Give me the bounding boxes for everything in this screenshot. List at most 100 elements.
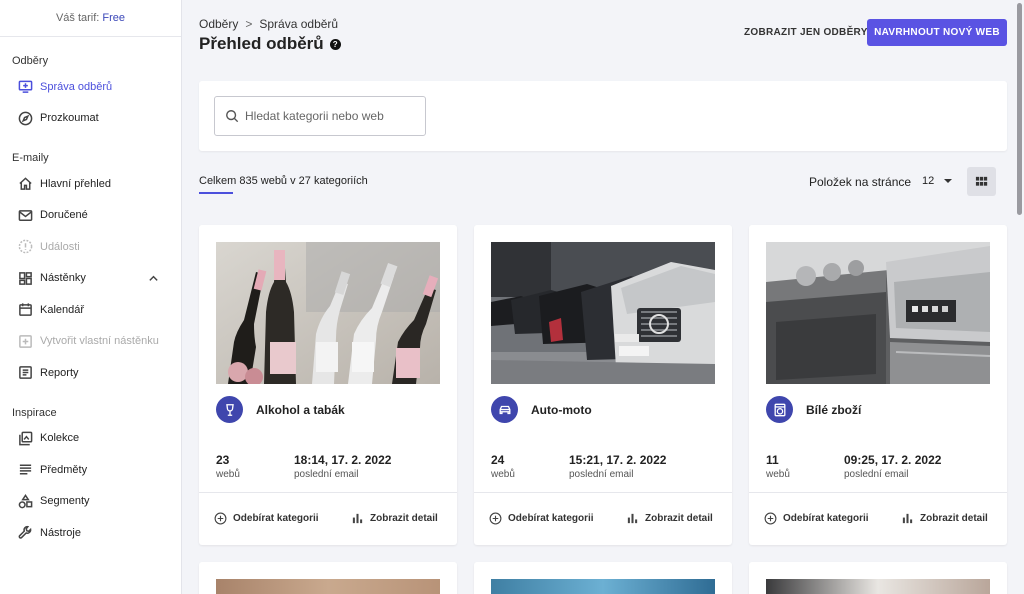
sidebar-item-reporty[interactable]: Reporty <box>0 357 181 389</box>
sidebar-item-sprava-odberu[interactable]: Správa odběrů <box>0 71 181 103</box>
search-input[interactable] <box>245 109 415 123</box>
last-email-label: poslední email <box>844 469 909 480</box>
chevron-up-icon[interactable] <box>148 273 159 287</box>
show-only-subscriptions-button[interactable]: ZOBRAZIT JEN ODBĚRY <box>744 27 868 38</box>
category-name[interactable]: Alkohol a tabák <box>256 403 345 417</box>
sidebar-item-segmenty[interactable]: Segmenty <box>0 486 181 518</box>
subscribe-label: Odebírat kategorii <box>508 513 594 524</box>
sidebar-item-hlavni-prehled[interactable]: Hlavní přehled <box>0 168 181 200</box>
web-count-label: webů <box>216 469 240 480</box>
add-box-icon <box>18 334 33 349</box>
plan-indicator: Váš tarif: Free <box>0 0 181 37</box>
sidebar-item-label: Hlavní přehled <box>40 177 111 190</box>
plan-label: Váš tarif: <box>55 12 100 24</box>
web-count: 24 <box>491 453 505 467</box>
sidebar-item-label: Předměty <box>40 463 88 476</box>
add-screen-icon <box>18 79 33 94</box>
category-name[interactable]: Bílé zboží <box>806 403 861 417</box>
grid-view-button[interactable] <box>967 167 996 196</box>
grid-icon <box>975 176 988 186</box>
help-icon[interactable]: ? <box>329 38 341 50</box>
category-card-partial[interactable] <box>749 562 1007 594</box>
breadcrumb-link-odbery[interactable]: Odběry <box>199 17 238 31</box>
web-count-label: webů <box>766 469 790 480</box>
main-content: Odběry > Správa odběrů Přehled odběrů ? ZO… <box>183 0 1015 594</box>
category-card[interactable]: Alkohol a tabák 23 webů 18:14, 17. 2. 20… <box>199 225 457 545</box>
sidebar-item-label: Segmenty <box>40 495 90 508</box>
search-panel <box>199 81 1007 151</box>
sidebar-item-kalendar[interactable]: Kalendář <box>0 294 181 326</box>
home-icon <box>18 176 33 191</box>
sidebar-item-label: Nástěnky <box>40 272 86 285</box>
add-circle-icon <box>764 512 777 525</box>
subscribe-category-button[interactable]: Odebírat kategorii <box>489 512 594 525</box>
category-card[interactable]: Auto-moto 24 webů 15:21, 17. 2. 2022 pos… <box>474 225 732 545</box>
page-scrollbar[interactable] <box>1016 0 1024 594</box>
bar-chart-icon <box>627 513 638 524</box>
breadcrumb-current: Správa odběrů <box>259 17 339 31</box>
category-image <box>766 579 990 594</box>
per-page-select[interactable]: 12 <box>922 175 953 187</box>
subscribe-label: Odebírat kategorii <box>783 513 869 524</box>
last-email-label: poslední email <box>569 469 634 480</box>
web-count: 23 <box>216 453 230 467</box>
sidebar-item-predmety[interactable]: Předměty <box>0 454 181 486</box>
page-title: Přehled odběrů <box>199 34 324 53</box>
calendar-icon <box>18 302 33 317</box>
subscribe-category-button[interactable]: Odebírat kategorii <box>764 512 869 525</box>
compass-icon <box>18 111 33 126</box>
card-divider <box>749 492 1007 493</box>
search-icon <box>226 110 239 123</box>
wine-glass-icon <box>216 396 243 423</box>
sidebar-item-label: Správa odběrů <box>40 80 113 93</box>
washing-machine-icon <box>766 396 793 423</box>
category-card[interactable]: Bílé zboží 11 webů 09:25, 17. 2. 2022 po… <box>749 225 1007 545</box>
sidebar-item-kolekce[interactable]: Kolekce <box>0 423 181 455</box>
section-title-inspirace: Inspirace <box>12 406 57 419</box>
last-email-label: poslední email <box>294 469 359 480</box>
sidebar-item-nastenky[interactable]: Nástěnky <box>0 263 181 295</box>
add-circle-icon <box>214 512 227 525</box>
search-field[interactable] <box>214 96 426 136</box>
segments-icon <box>18 493 33 509</box>
report-icon <box>18 365 33 380</box>
last-email-date: 09:25, 17. 2. 2022 <box>844 453 942 467</box>
subscribe-category-button[interactable]: Odebírat kategorii <box>214 512 319 525</box>
category-card-partial[interactable] <box>199 562 457 594</box>
sidebar-item-label: Prozkoumat <box>40 112 99 125</box>
per-page-value: 12 <box>922 175 935 187</box>
total-count-tab[interactable]: Celkem 835 webů v 27 kategoriích <box>199 175 368 187</box>
sidebar-item-label: Doručené <box>40 209 88 222</box>
plan-name[interactable]: Free <box>102 12 125 24</box>
last-email-date: 18:14, 17. 2. 2022 <box>294 453 392 467</box>
scrollbar-thumb[interactable] <box>1017 3 1022 215</box>
category-name[interactable]: Auto-moto <box>531 403 592 417</box>
sidebar-item-udalosti[interactable]: Události <box>0 231 181 263</box>
show-detail-button[interactable]: Zobrazit detail <box>626 512 713 525</box>
web-count: 11 <box>766 453 779 467</box>
sidebar-item-nastroje[interactable]: Nástroje <box>0 517 181 549</box>
suggest-new-web-button[interactable]: NAVRHNOUT NOVÝ WEB <box>867 19 1007 46</box>
sidebar-item-label: Reporty <box>40 366 79 379</box>
sidebar: Váš tarif: Free Odběry Správa odběrů Pro… <box>0 0 182 594</box>
category-card-partial[interactable] <box>474 562 732 594</box>
card-divider <box>199 492 457 493</box>
web-count-label: webů <box>491 469 515 480</box>
detail-label: Zobrazit detail <box>645 513 713 524</box>
subscribe-label: Odebírat kategorii <box>233 513 319 524</box>
show-detail-button[interactable]: Zobrazit detail <box>901 512 988 525</box>
sidebar-item-label: Nástroje <box>40 526 81 539</box>
sidebar-item-prozkoumat[interactable]: Prozkoumat <box>0 103 181 135</box>
caret-down-icon <box>944 179 953 183</box>
sidebar-item-vytvorit-nastenku[interactable]: Vytvořit vlastní nástěnku <box>0 326 181 358</box>
section-title-emaily: E-maily <box>12 152 49 164</box>
page-title-wrap: Přehled odběrů ? <box>199 34 341 54</box>
sidebar-item-dorucene[interactable]: Doručené <box>0 200 181 232</box>
sidebar-item-label: Kolekce <box>40 432 80 445</box>
show-detail-button[interactable]: Zobrazit detail <box>351 512 438 525</box>
category-image <box>216 579 440 594</box>
dashboard-icon <box>18 271 33 286</box>
collection-icon <box>18 431 33 446</box>
breadcrumb: Odběry > Správa odběrů <box>199 17 338 31</box>
alert-icon <box>18 239 33 254</box>
